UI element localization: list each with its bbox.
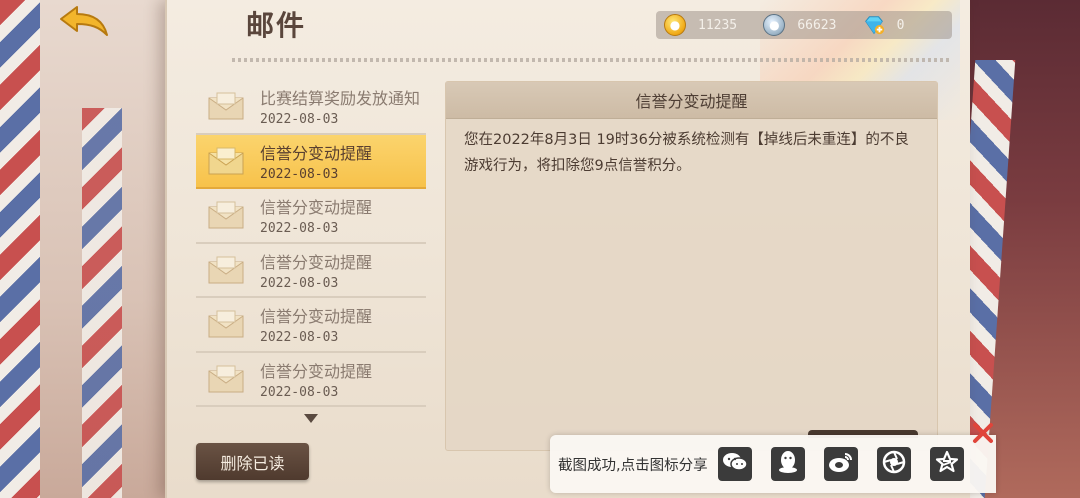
mail-title: 信誉分变动提醒 bbox=[260, 252, 373, 272]
share-star-button[interactable] bbox=[929, 447, 964, 481]
mail-title: 信誉分变动提醒 bbox=[260, 143, 373, 163]
mail-detail-body: 您在2022年8月3日 19时36分被系统检测有【掉线后未重连】的不良游戏行为，… bbox=[464, 132, 909, 174]
mail-detail-title: 信誉分变动提醒 bbox=[446, 82, 937, 119]
mail-item-selected[interactable]: 信誉分变动提醒 2022-08-03 bbox=[196, 134, 426, 189]
mail-title: 比赛结算奖励发放通知 bbox=[260, 89, 421, 109]
mail-title: 信誉分变动提醒 bbox=[260, 307, 373, 327]
share-toast: 截图成功,点击图标分享 bbox=[550, 435, 996, 493]
envelope-icon bbox=[208, 92, 244, 120]
share-qq-button[interactable] bbox=[770, 447, 805, 481]
currency-diamond[interactable]: 0 bbox=[863, 14, 952, 36]
mail-date: 2022-08-03 bbox=[260, 330, 339, 346]
mail-item[interactable]: 信誉分变动提醒 2022-08-03 bbox=[196, 353, 426, 407]
mail-item[interactable]: 信誉分变动提醒 2022-08-03 bbox=[196, 244, 426, 298]
back-arrow-icon bbox=[57, 5, 111, 45]
mail-date: 2022-08-03 bbox=[260, 384, 339, 400]
gold-amount: 11235 bbox=[698, 17, 738, 33]
share-message: 截图成功,点击图标分享 bbox=[558, 457, 708, 474]
envelope-icon bbox=[208, 310, 244, 338]
mail-item[interactable]: 比赛结算奖励发放通知 2022-08-03 bbox=[196, 80, 426, 135]
envelope-icon bbox=[208, 147, 244, 175]
mail-detail-panel: 信誉分变动提醒 您在2022年8月3日 19时36分被系统检测有【掉线后未重连】… bbox=[445, 81, 938, 451]
mail-date: 2022-08-03 bbox=[260, 221, 339, 237]
weibo-icon bbox=[828, 451, 854, 477]
close-icon bbox=[972, 422, 994, 448]
star-icon bbox=[935, 450, 959, 478]
mail-list: 比赛结算奖励发放通知 2022-08-03 信誉分变动提醒 2022-08-03… bbox=[196, 80, 426, 407]
currency-gold[interactable]: ● 11235 bbox=[664, 14, 753, 36]
mail-date: 2022-08-03 bbox=[260, 166, 339, 182]
envelope-icon bbox=[208, 256, 244, 284]
back-button[interactable] bbox=[56, 6, 112, 44]
mail-item[interactable]: 信誉分变动提醒 2022-08-03 bbox=[196, 189, 426, 244]
mail-item[interactable]: 信誉分变动提醒 2022-08-03 bbox=[196, 298, 426, 353]
diamond-add-icon bbox=[863, 14, 885, 36]
camera-aperture-icon bbox=[882, 450, 906, 478]
close-share-button[interactable] bbox=[972, 422, 994, 448]
currency-silver[interactable]: ● 66623 bbox=[763, 14, 852, 36]
airmail-stripe-envelope bbox=[82, 108, 122, 498]
currency-bar: ● 11235 ● 66623 0 bbox=[656, 11, 952, 39]
gold-coin-icon: ● bbox=[664, 14, 686, 36]
envelope-icon bbox=[208, 365, 244, 393]
silver-coin-icon: ● bbox=[763, 14, 786, 36]
page-title: 邮件 bbox=[246, 9, 307, 42]
mail-date: 2022-08-03 bbox=[260, 275, 339, 291]
scroll-down-arrow-icon[interactable] bbox=[304, 414, 318, 423]
mail-date: 2022-08-03 bbox=[260, 112, 339, 128]
diamond-amount: 0 bbox=[896, 17, 905, 33]
share-wechat-button[interactable] bbox=[717, 447, 752, 481]
delete-read-button[interactable]: 删除已读 bbox=[196, 443, 309, 480]
mail-title: 信誉分变动提醒 bbox=[260, 198, 373, 218]
mail-title: 信誉分变动提醒 bbox=[260, 361, 373, 381]
silver-amount: 66623 bbox=[797, 17, 837, 33]
airmail-stripe-left bbox=[0, 0, 40, 498]
share-weibo-button[interactable] bbox=[823, 447, 858, 481]
envelope-icon bbox=[208, 201, 244, 229]
header-divider bbox=[232, 58, 952, 62]
qq-icon bbox=[777, 450, 799, 478]
share-aperture-button[interactable] bbox=[876, 447, 911, 481]
wechat-icon bbox=[722, 451, 748, 477]
